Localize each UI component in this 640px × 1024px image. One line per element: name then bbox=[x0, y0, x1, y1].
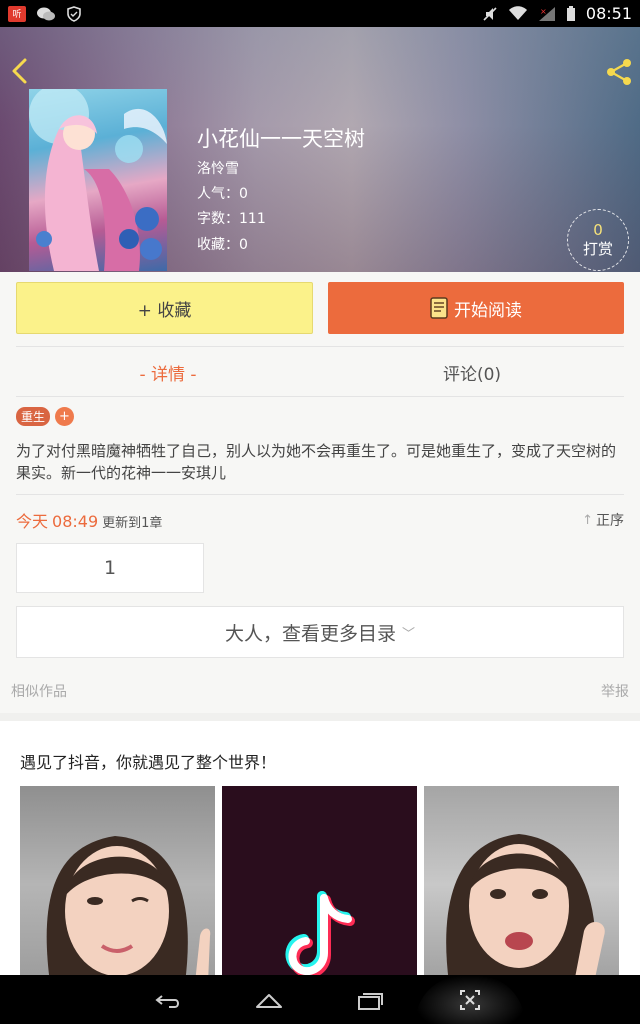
divider bbox=[16, 494, 624, 495]
mute-icon bbox=[483, 6, 497, 21]
signal-icon: × bbox=[538, 6, 555, 21]
book-description: 为了对付黑暗魔神牺牲了自己，别人以为她不会再重生了。可是她重生了，变成了天空树的… bbox=[16, 442, 617, 482]
status-right: × 08:51 bbox=[482, 4, 632, 23]
book-header: 小花仙一一天空树 洛怜雪 人气：0 字数：111 收藏：0 0 打赏 bbox=[0, 27, 640, 272]
share-icon[interactable] bbox=[604, 57, 634, 87]
more-toc-label: 大人，查看更多目录 bbox=[224, 622, 396, 645]
ad-image[interactable] bbox=[424, 786, 619, 983]
book-word-count: 字数：111 bbox=[197, 211, 266, 227]
cover-illustration bbox=[29, 89, 167, 271]
book-popularity: 人气：0 bbox=[197, 186, 248, 202]
nav-back-icon[interactable] bbox=[153, 985, 183, 1015]
wechat-icon bbox=[37, 7, 55, 20]
start-reading-button[interactable]: 开始阅读 bbox=[328, 282, 624, 334]
back-arrow-icon[interactable] bbox=[8, 57, 32, 85]
system-nav-bar bbox=[0, 975, 640, 1024]
tab-comments[interactable]: 评论(0) bbox=[320, 360, 624, 385]
tab-detail[interactable]: - 详情 - bbox=[16, 360, 320, 385]
nav-home-icon[interactable] bbox=[254, 985, 284, 1015]
update-info: 今天 08:49 更新到1章 bbox=[16, 508, 162, 532]
wifi-icon bbox=[508, 5, 527, 20]
status-left: 听 bbox=[8, 5, 82, 22]
battery-icon bbox=[566, 5, 575, 21]
start-reading-label: 开始阅读 bbox=[454, 300, 522, 321]
clock: 08:51 bbox=[585, 4, 632, 23]
add-favorite-button[interactable]: + 收藏 bbox=[16, 282, 313, 334]
book-author[interactable]: 洛怜雪 bbox=[197, 158, 239, 178]
divider bbox=[16, 346, 624, 347]
status-bar: 听 × 08:51 bbox=[0, 0, 640, 27]
divider bbox=[16, 396, 624, 397]
book-icon bbox=[430, 297, 448, 319]
ad-image[interactable] bbox=[222, 786, 417, 983]
nav-recent-apps-icon[interactable] bbox=[355, 985, 385, 1015]
app-notification-icon: 听 bbox=[8, 5, 26, 22]
update-day: 今天 bbox=[16, 512, 49, 531]
similar-works-label: 相似作品 bbox=[11, 684, 67, 700]
tiktok-logo-icon bbox=[285, 891, 355, 979]
more-toc-button[interactable]: 大人，查看更多目录 ﹀ bbox=[16, 606, 624, 658]
chapter-item[interactable]: 1 bbox=[16, 543, 204, 593]
ad-photo-girl-smile bbox=[446, 834, 605, 983]
ad-banner[interactable]: 遇见了抖音，你就遇见了整个世界！ bbox=[0, 713, 640, 983]
book-cover[interactable] bbox=[29, 89, 167, 271]
sort-order-button[interactable]: ↑ 正序 bbox=[582, 510, 624, 530]
update-text: 更新到1章 bbox=[102, 516, 163, 531]
sort-order-label: 正序 bbox=[596, 513, 624, 529]
ad-photo-girl-wink bbox=[46, 836, 211, 983]
update-time: 08:49 bbox=[52, 512, 99, 531]
reward-button[interactable]: 0 打赏 bbox=[567, 209, 629, 271]
screenshot-icon[interactable] bbox=[455, 985, 485, 1015]
report-button[interactable]: 举报 bbox=[601, 681, 629, 701]
sort-arrow-icon: ↑ bbox=[582, 512, 593, 528]
ad-image[interactable] bbox=[20, 786, 215, 983]
reward-count: 0 bbox=[593, 221, 603, 239]
ad-title: 遇见了抖音，你就遇见了整个世界！ bbox=[20, 753, 277, 772]
add-tag-button[interactable]: + bbox=[55, 407, 74, 426]
book-title: 小花仙一一天空树 bbox=[197, 127, 365, 151]
reward-label: 打赏 bbox=[582, 240, 613, 258]
svg-text:×: × bbox=[540, 7, 547, 16]
shield-icon bbox=[67, 5, 81, 22]
chevron-down-icon: ﹀ bbox=[402, 626, 416, 642]
book-favorites: 收藏：0 bbox=[197, 237, 248, 253]
genre-tag[interactable]: 重生 bbox=[16, 407, 51, 426]
